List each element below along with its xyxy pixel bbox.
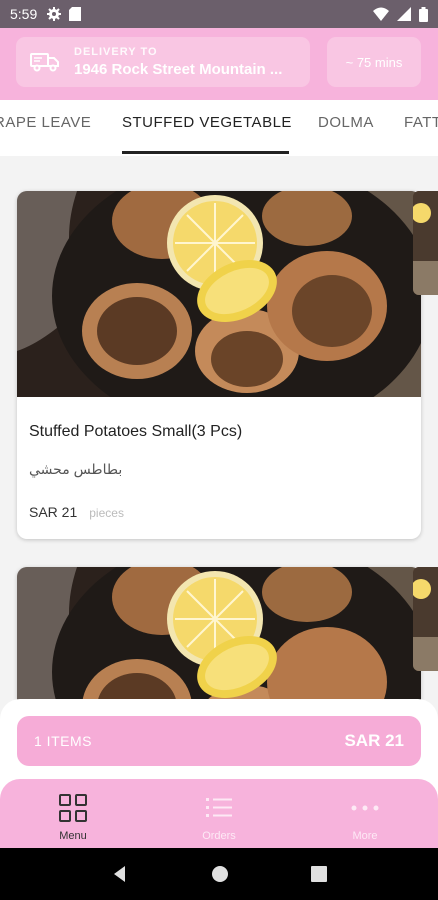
product-unit: pieces — [89, 506, 124, 520]
product-card[interactable]: Stuffed Potatoes Small(3 Pcs) بطاطس محشي… — [17, 191, 421, 539]
more-dots-icon — [351, 805, 379, 811]
system-nav-bar — [0, 848, 438, 900]
battery-icon — [419, 6, 428, 22]
nav-orders[interactable]: Orders — [146, 779, 292, 848]
status-time: 5:59 — [10, 6, 38, 22]
product-price: SAR 21 — [29, 504, 78, 520]
delivery-address-button[interactable]: DELIVERY TO 1946 Rock Street Mountain ..… — [16, 37, 310, 87]
nav-menu[interactable]: Menu — [0, 779, 146, 848]
signal-icon — [397, 7, 411, 21]
delivery-address: 1946 Rock Street Mountain ... — [74, 61, 283, 78]
view-cart-button[interactable]: 1 ITEMS SAR 21 — [17, 716, 421, 766]
active-tab-indicator — [122, 151, 289, 154]
next-product-card[interactable] — [413, 191, 438, 295]
wifi-icon — [373, 7, 389, 21]
product-arabic-name: بطاطس محشي — [29, 461, 123, 477]
cart-total: SAR 21 — [344, 731, 404, 750]
nav-menu-label: Menu — [59, 830, 87, 842]
app-header: DELIVERY TO 1946 Rock Street Mountain ..… — [0, 28, 438, 100]
delivery-to-label: DELIVERY TO — [74, 46, 158, 58]
grid-icon — [59, 794, 87, 822]
delivery-eta[interactable]: ~ 75 mins — [327, 37, 421, 87]
recents-icon[interactable] — [311, 866, 327, 882]
nav-orders-label: Orders — [202, 830, 236, 842]
sd-card-icon — [69, 7, 82, 21]
nav-more[interactable]: More — [292, 779, 438, 848]
back-icon[interactable] — [111, 865, 129, 883]
status-bar: 5:59 — [0, 0, 438, 28]
gear-icon — [47, 7, 62, 21]
home-icon[interactable] — [211, 865, 229, 883]
delivery-truck-icon — [30, 53, 59, 72]
list-icon — [206, 798, 232, 817]
product-image — [17, 191, 421, 397]
tab-fatt[interactable]: FATT — [404, 114, 438, 131]
tab-dolma[interactable]: DOLMA — [318, 114, 374, 131]
bottom-nav: Menu Orders More — [0, 779, 438, 848]
cart-item-count: 1 ITEMS — [34, 733, 92, 749]
product-title: Stuffed Potatoes Small(3 Pcs) — [29, 423, 243, 440]
next-product-card[interactable] — [413, 567, 438, 671]
category-tabs: RAPE LEAVE STUFFED VEGETABLE DOLMA FATT — [0, 100, 438, 156]
nav-more-label: More — [352, 830, 378, 842]
tab-stuffed-vegetable[interactable]: STUFFED VEGETABLE — [122, 114, 292, 131]
tab-grape-leave[interactable]: RAPE LEAVE — [0, 114, 91, 131]
